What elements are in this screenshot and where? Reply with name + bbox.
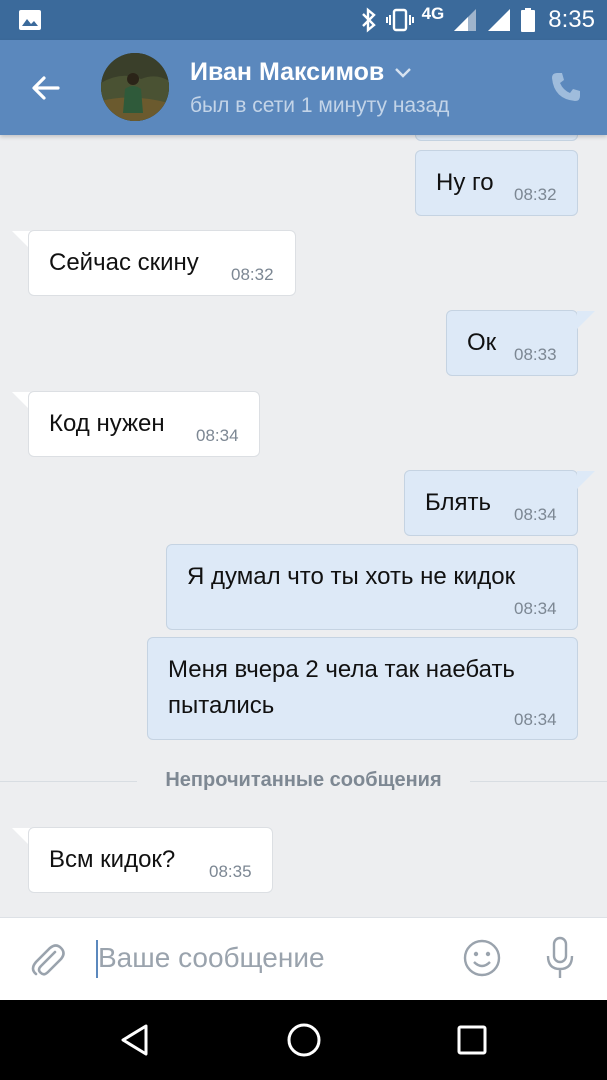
signal-icon bbox=[488, 9, 511, 31]
message-time: 08:32 bbox=[514, 185, 557, 204]
battery-icon bbox=[521, 8, 536, 32]
message-text: Я думал что ты хоть не кидок bbox=[187, 563, 516, 590]
paperclip-icon[interactable] bbox=[28, 940, 66, 978]
message-bubble-outgoing[interactable]: Блять 08:34 bbox=[404, 470, 578, 536]
back-arrow-icon[interactable] bbox=[28, 70, 64, 106]
message-time: 08:33 bbox=[514, 345, 557, 364]
vibrate-icon bbox=[385, 8, 414, 32]
phone-icon[interactable] bbox=[549, 70, 583, 104]
message-time: 08:34 bbox=[514, 710, 557, 729]
clock: 8:35 bbox=[548, 6, 595, 33]
message-time: 08:32 bbox=[231, 265, 274, 284]
message-bubble-incoming[interactable]: Сейчас скину 08:32 bbox=[28, 230, 296, 296]
message-bubble-partial bbox=[415, 135, 578, 141]
contact-name-text: Иван Максимов bbox=[190, 58, 385, 86]
back-triangle-icon[interactable] bbox=[115, 1020, 155, 1060]
signal-icon bbox=[454, 9, 477, 31]
message-text: Всм кидок? bbox=[49, 846, 176, 873]
bluetooth-icon bbox=[361, 7, 376, 33]
home-circle-icon[interactable] bbox=[284, 1020, 324, 1060]
image-icon bbox=[19, 10, 41, 30]
message-time: 08:35 bbox=[209, 862, 252, 881]
message-input[interactable]: Ваше сообщение bbox=[98, 942, 325, 974]
contact-name[interactable]: Иван Максимов bbox=[190, 58, 412, 87]
message-composer: Ваше сообщение bbox=[0, 917, 607, 1000]
message-text-line-2: пытались bbox=[168, 692, 275, 719]
message-bubble-outgoing[interactable]: Меня вчера 2 чела так наебать пытались 0… bbox=[147, 637, 578, 740]
message-bubble-incoming[interactable]: Код нужен 08:34 bbox=[28, 391, 260, 457]
message-time: 08:34 bbox=[514, 599, 557, 618]
message-time: 08:34 bbox=[196, 426, 239, 445]
status-bar: 4G 8:35 bbox=[0, 0, 607, 40]
contact-status: был в сети 1 минуту назад bbox=[190, 94, 450, 117]
message-text: Блять bbox=[425, 489, 491, 516]
system-nav-bar bbox=[0, 1000, 607, 1080]
message-text: Сейчас скину bbox=[49, 249, 199, 276]
avatar[interactable] bbox=[101, 53, 169, 121]
message-bubble-outgoing[interactable]: Я думал что ты хоть не кидок 08:34 bbox=[166, 544, 578, 630]
message-bubble-outgoing[interactable]: Ну го 08:32 bbox=[415, 150, 578, 216]
message-list[interactable]: Ну го 08:32 Сейчас скину 08:32 Ок 08:33 … bbox=[0, 135, 607, 917]
message-bubble-outgoing[interactable]: Ок 08:33 bbox=[446, 310, 578, 376]
unread-divider-label: Непрочитанные сообщения bbox=[165, 769, 442, 791]
chat-header: Иван Максимов был в сети 1 минуту назад bbox=[0, 40, 607, 135]
message-time: 08:34 bbox=[514, 505, 557, 524]
message-text: Ну го bbox=[436, 169, 494, 196]
chevron-down-icon[interactable] bbox=[394, 67, 412, 79]
network-type: 4G bbox=[421, 4, 445, 23]
message-text-line-1: Меня вчера 2 чела так наебать bbox=[168, 656, 515, 683]
message-bubble-incoming[interactable]: Всм кидок? 08:35 bbox=[28, 827, 273, 893]
emoji-icon[interactable] bbox=[462, 938, 502, 978]
recents-square-icon[interactable] bbox=[452, 1020, 492, 1060]
microphone-icon[interactable] bbox=[543, 936, 577, 980]
bubble-tail bbox=[577, 311, 595, 329]
message-text: Ок bbox=[467, 329, 497, 356]
bubble-tail bbox=[577, 471, 595, 489]
message-text: Код нужен bbox=[49, 410, 165, 437]
unread-divider: Непрочитанные сообщения bbox=[0, 769, 607, 793]
